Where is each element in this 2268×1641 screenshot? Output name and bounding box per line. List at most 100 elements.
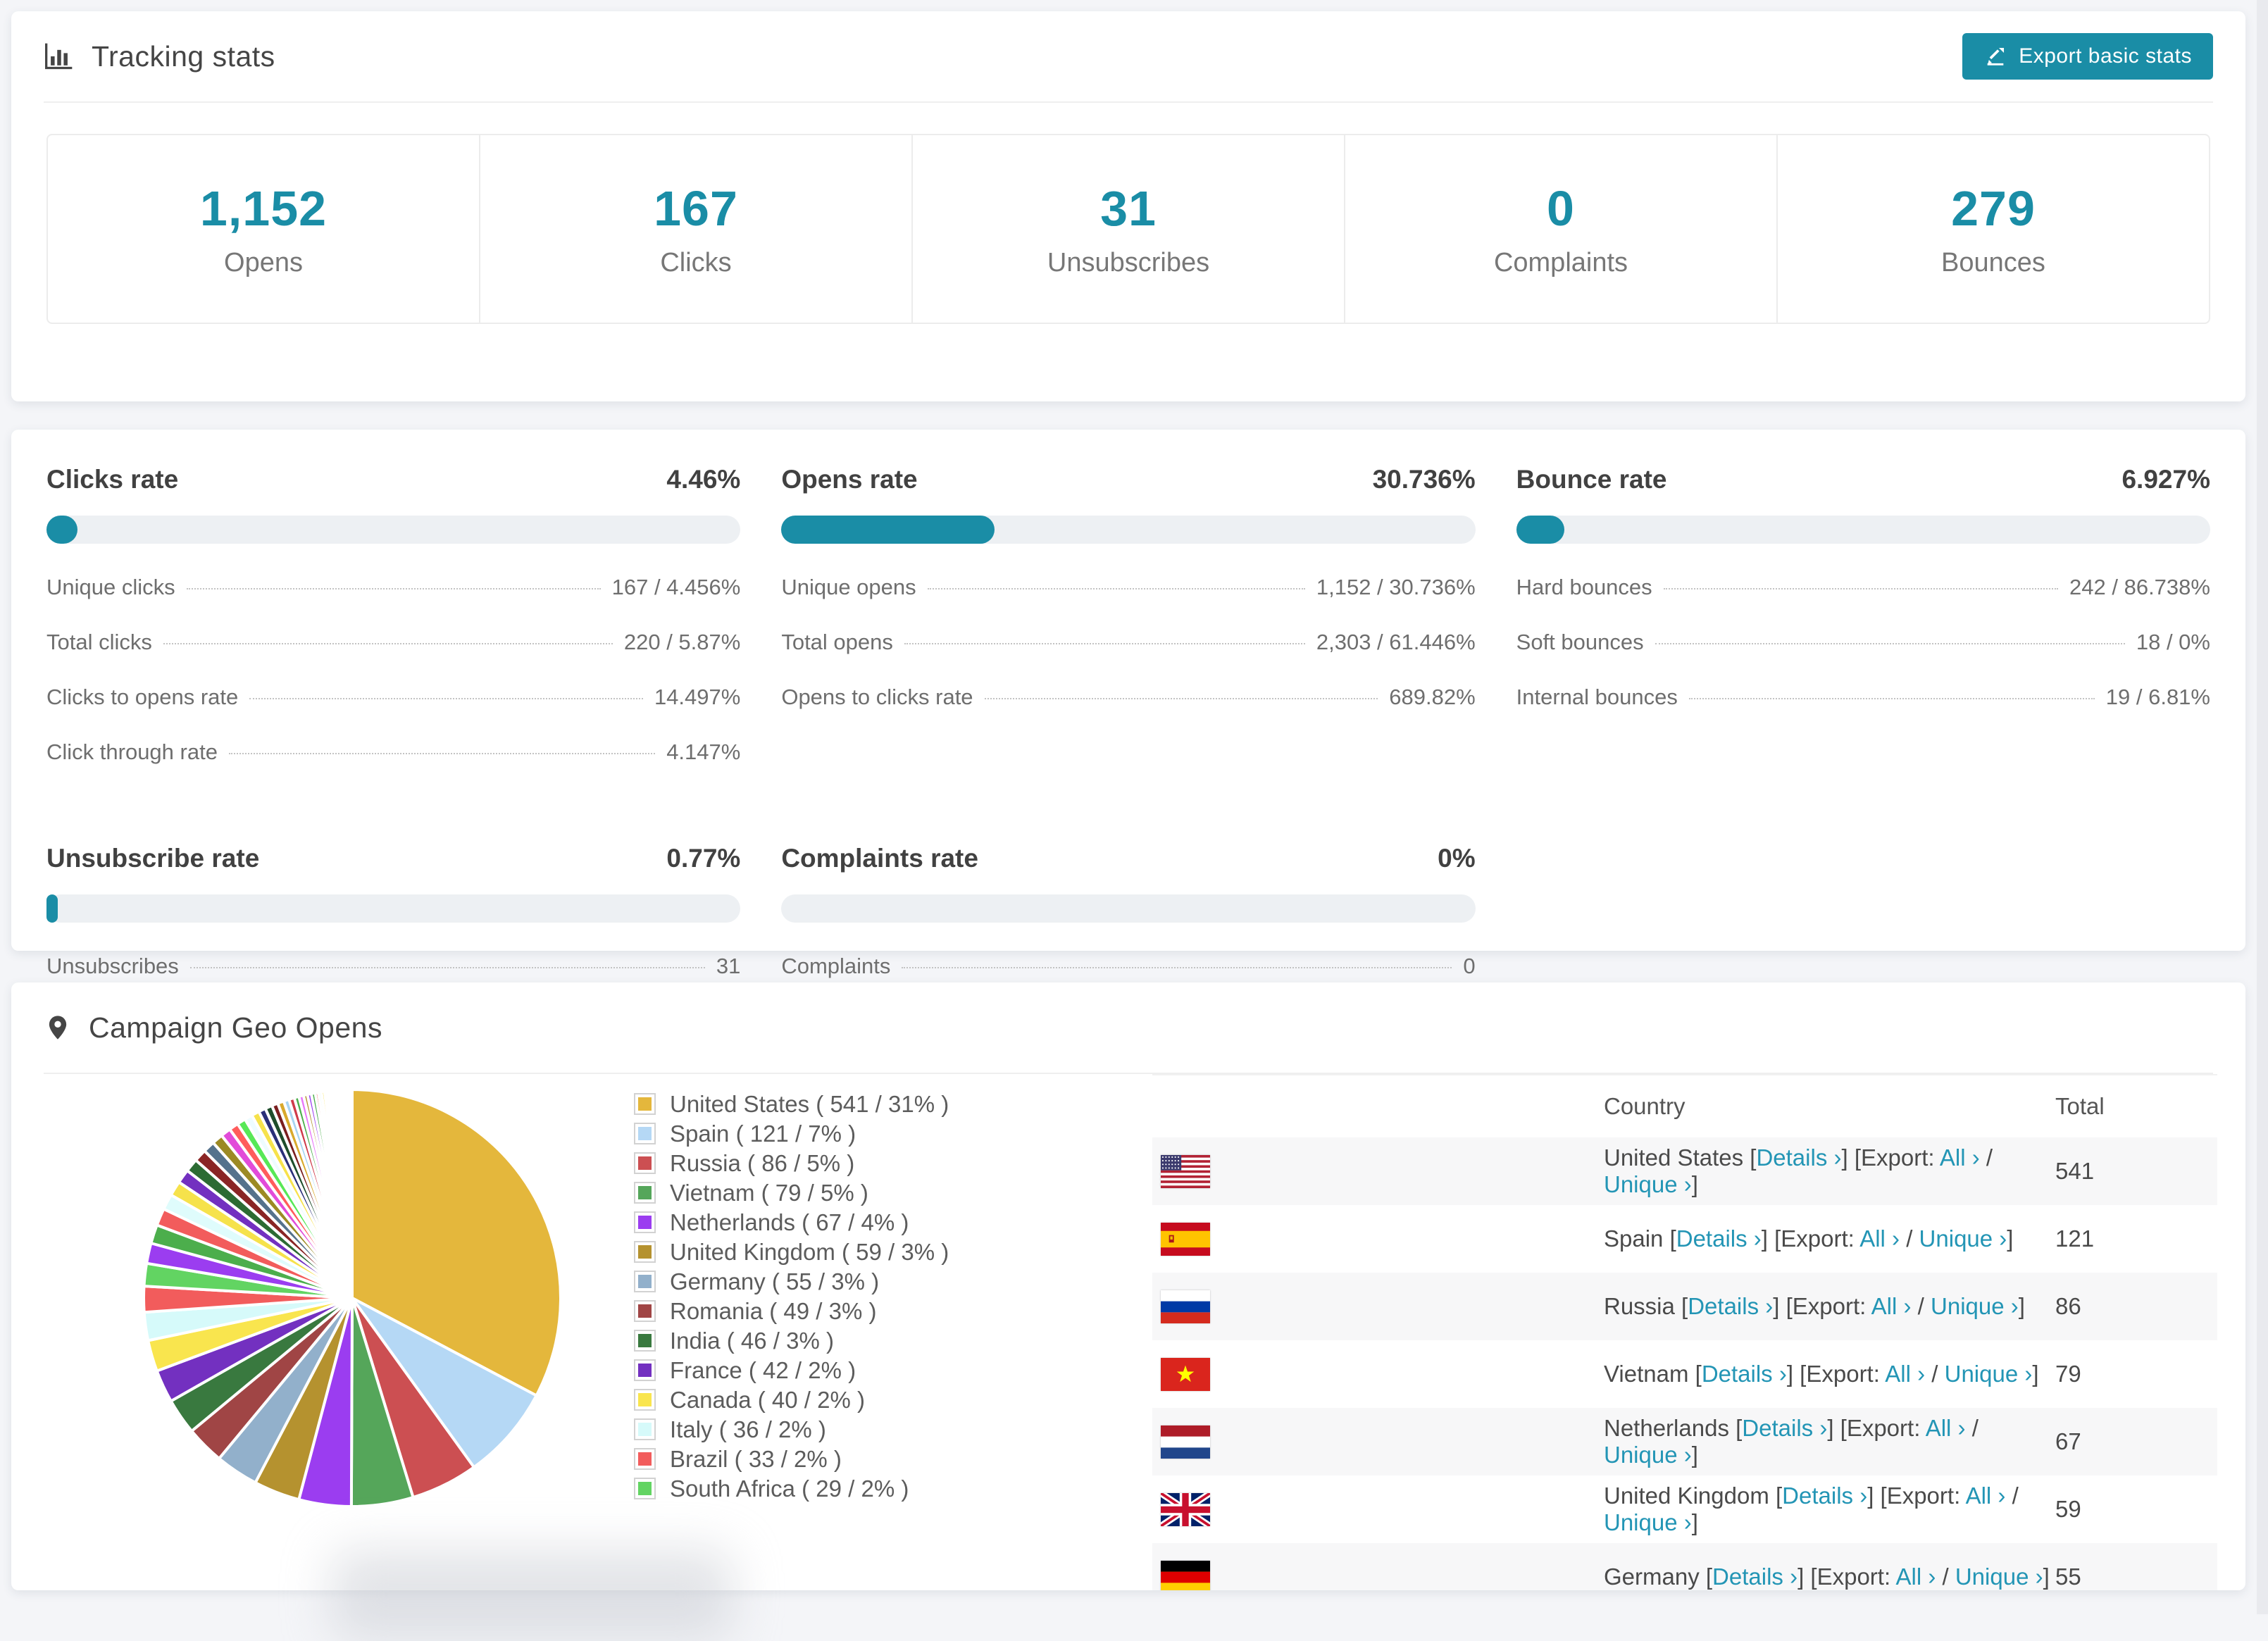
slash-separator: / — [1900, 1225, 1919, 1252]
country-name: Germany — [1604, 1564, 1706, 1590]
export-unique-link[interactable]: Unique › — [1604, 1509, 1692, 1535]
rate-row-value: 19 / 6.81% — [2105, 685, 2210, 709]
rate-row-value: 4.147% — [666, 740, 741, 764]
stat-value: 167 — [654, 180, 738, 236]
rate-panel-head: Unsubscribe rate 0.77% — [46, 844, 740, 873]
stat-value: 279 — [1951, 180, 2036, 236]
rate-row: Complaints 0 — [781, 954, 1475, 979]
legend-item-south-africa[interactable]: South Africa ( 29 / 2% ) — [635, 1475, 949, 1502]
geo-opens-header: Campaign Geo Opens — [44, 982, 2213, 1074]
legend-label: Vietnam ( 79 / 5% ) — [670, 1179, 868, 1206]
rate-title: Opens rate — [781, 465, 918, 494]
legend-item-united-kingdom[interactable]: United Kingdom ( 59 / 3% ) — [635, 1239, 949, 1265]
slash-separator: / — [1911, 1293, 1931, 1319]
bracket: [ — [1695, 1361, 1702, 1387]
details-link[interactable]: Details › — [1712, 1564, 1797, 1590]
details-link[interactable]: Details › — [1702, 1361, 1787, 1387]
progress-bar-fill — [46, 894, 58, 923]
legend-swatch — [635, 1449, 654, 1468]
export-unique-link[interactable]: Unique › — [1945, 1361, 2033, 1387]
rate-rows: Unique opens 1,152 / 30.736% Total opens 2,… — [781, 575, 1475, 710]
geo-table-total-header: Total — [2055, 1093, 2105, 1119]
export-icon — [1987, 47, 2005, 65]
country-name: United States — [1604, 1144, 1750, 1171]
export-basic-stats-label: Export basic stats — [2019, 44, 2192, 68]
geo-table-country-cell: Russia [Details ›] [Export: All › / Uniq… — [1604, 1273, 2055, 1340]
legend-item-vietnam[interactable]: Vietnam ( 79 / 5% ) — [635, 1179, 949, 1206]
slash-separator: / — [1925, 1361, 1945, 1387]
details-link[interactable]: Details › — [1676, 1225, 1762, 1252]
details-link[interactable]: Details › — [1782, 1483, 1867, 1509]
export-all-link[interactable]: All › — [1871, 1293, 1912, 1319]
legend-swatch — [635, 1361, 654, 1380]
rate-panel-clicks-rate: Clicks rate 4.46% Unique clicks 167 / 4.456… — [46, 465, 741, 794]
export-all-link[interactable]: All › — [1885, 1361, 1925, 1387]
flag-us-icon — [1161, 1154, 1210, 1188]
dotted-leader — [249, 698, 643, 699]
legend-item-germany[interactable]: Germany ( 55 / 3% ) — [635, 1268, 949, 1294]
legend-item-italy[interactable]: Italy ( 36 / 2% ) — [635, 1416, 949, 1442]
legend-label: Italy ( 36 / 2% ) — [670, 1416, 826, 1442]
legend-label: India ( 46 / 3% ) — [670, 1327, 834, 1354]
rate-panel-bounce-rate: Bounce rate 6.927% Hard bounces 242 / 86.73… — [1516, 465, 2210, 794]
bracket: ] [Export: — [1867, 1483, 1966, 1509]
rate-row-value: 0 — [1463, 954, 1476, 978]
slash-separator: / — [1936, 1564, 1955, 1590]
flag-vn-icon — [1161, 1357, 1210, 1391]
details-link[interactable]: Details › — [1688, 1293, 1773, 1319]
legend-label: Canada ( 40 / 2% ) — [670, 1386, 865, 1413]
dotted-leader — [1663, 588, 2059, 589]
export-all-link[interactable]: All › — [1966, 1483, 2006, 1509]
legend-item-canada[interactable]: Canada ( 40 / 2% ) — [635, 1386, 949, 1413]
geo-table-country-cell: United States [Details ›] [Export: All ›… — [1604, 1137, 2055, 1205]
legend-item-russia[interactable]: Russia ( 86 / 5% ) — [635, 1149, 949, 1176]
export-unique-link[interactable]: Unique › — [1955, 1564, 2043, 1590]
legend-swatch — [635, 1242, 654, 1261]
export-basic-stats-button[interactable]: Export basic stats — [1962, 33, 2213, 80]
flag-gb-icon — [1161, 1492, 1210, 1526]
dotted-leader — [904, 643, 1305, 644]
stat-label: Clicks — [660, 247, 732, 277]
rate-row: Unique opens 1,152 / 30.736% — [781, 575, 1475, 600]
export-all-link[interactable]: All › — [1859, 1225, 1900, 1252]
legend-item-netherlands[interactable]: Netherlands ( 67 / 4% ) — [635, 1209, 949, 1235]
export-all-link[interactable]: All › — [1895, 1564, 1936, 1590]
bracket: ] — [2018, 1293, 2025, 1319]
rate-row-value: 689.82% — [1389, 685, 1476, 709]
rate-title: Complaints rate — [781, 844, 978, 873]
legend-item-france[interactable]: France ( 42 / 2% ) — [635, 1357, 949, 1383]
legend-item-brazil[interactable]: Brazil ( 33 / 2% ) — [635, 1446, 949, 1472]
export-unique-link[interactable]: Unique › — [1604, 1171, 1692, 1197]
legend-item-united-states[interactable]: United States ( 541 / 31% ) — [635, 1091, 949, 1117]
legend-item-spain[interactable]: Spain ( 121 / 7% ) — [635, 1121, 949, 1147]
legend-item-romania[interactable]: Romania ( 49 / 3% ) — [635, 1298, 949, 1324]
rate-row-value: 2,303 / 61.446% — [1316, 630, 1476, 654]
rate-title: Bounce rate — [1516, 465, 1667, 494]
flag-nl-icon — [1161, 1425, 1210, 1459]
bar-chart-icon — [45, 43, 73, 70]
flag-es-icon — [1161, 1222, 1210, 1256]
export-all-link[interactable]: All › — [1940, 1144, 1980, 1171]
geo-table-flag-cell — [1152, 1273, 1604, 1340]
tracking-stats-header: Tracking stats Export basic stats — [44, 11, 2213, 103]
export-all-link[interactable]: All › — [1926, 1415, 1966, 1441]
bracket: ] [Export: — [1797, 1564, 1896, 1590]
geo-table-flag-cell — [1152, 1408, 1604, 1475]
export-unique-link[interactable]: Unique › — [1931, 1293, 2019, 1319]
page-scrollbar[interactable] — [2257, 0, 2268, 1614]
summary-stats-row: 1,152 Opens 167 Clicks 31 Unsubscribes 0 Compla… — [46, 134, 2210, 324]
geo-table-total-cell: 55 — [2055, 1564, 2081, 1590]
tracking-stats-title: Tracking stats — [92, 39, 275, 73]
export-unique-link[interactable]: Unique › — [1919, 1225, 2007, 1252]
stat-cell-bounces: 279 Bounces — [1776, 135, 2209, 323]
stat-value: 0 — [1547, 180, 1575, 236]
rate-row-value: 14.497% — [654, 685, 741, 709]
legend-item-india[interactable]: India ( 46 / 3% ) — [635, 1327, 949, 1354]
export-unique-link[interactable]: Unique › — [1604, 1442, 1692, 1468]
details-link[interactable]: Details › — [1756, 1144, 1841, 1171]
details-link[interactable]: Details › — [1742, 1415, 1827, 1441]
dotted-leader — [1655, 643, 2125, 644]
stat-cell-clicks: 167 Clicks — [479, 135, 911, 323]
rate-rows: Hard bounces 242 / 86.738% Soft bounces 18 … — [1516, 575, 2210, 710]
legend-label: Russia ( 86 / 5% ) — [670, 1149, 855, 1176]
